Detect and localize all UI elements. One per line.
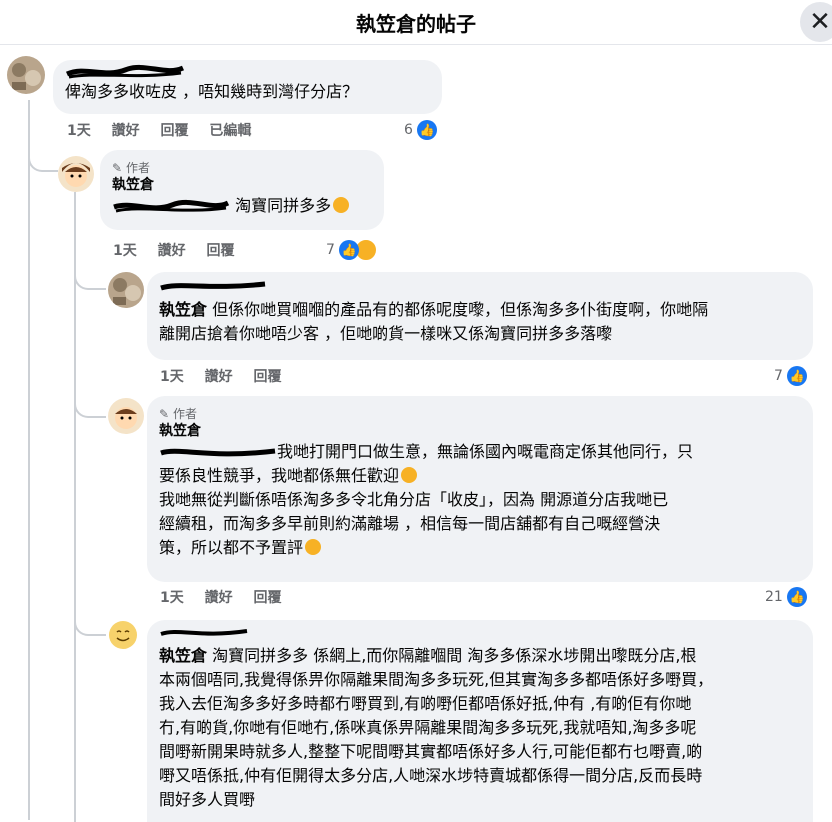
redacted-name-scribble [160,629,248,636]
thumbs-up-icon: 👍 [339,240,360,260]
heart-face-icon [401,467,418,483]
mention-link[interactable]: 執笠倉 [159,300,207,319]
avatar[interactable] [7,56,45,94]
smiley-avatar-icon [109,621,137,649]
like-button[interactable]: 讚好 [112,123,140,139]
pencil-icon: ✎ [112,161,123,175]
close-icon: ✕ [809,7,831,37]
close-button[interactable]: ✕ [800,2,832,42]
comment-time[interactable]: 1天 [160,369,184,385]
author-badge: ✎ 作者 [112,161,151,175]
comment-time[interactable]: 1天 [67,123,91,139]
comment-text: 我哋無從判斷係唔係淘多多令北角分店「收皮」，因為 開源道分店我哋已 [159,490,669,509]
comment-text: 冇,有啲貨,你哋有佢哋冇,係咪真係畀隔離果間淘多多玩死,我就唔知,淘多多呢 [159,718,697,737]
redacted-name-scribble [160,448,276,456]
avatar[interactable] [108,398,144,434]
comment-text: 離開店搶着你哋唔少客 ，佢哋啲貨一樣咪又係淘寶同拼多多落嚟 [159,324,613,343]
pencil-icon: ✎ [159,407,170,421]
comment-text: 本兩個唔同,我覺得係畀你隔離果間淘多多玩死,但其實淘多多都唔係好多嘢買， [159,670,714,689]
avatar-photo-icon [7,56,45,94]
comment-text: 間嘢新開果時就多人,整整下呢間嘢其實都唔係好多人行,可能佢都冇乜嘢賣,啲 [159,742,703,761]
thread-line [74,192,76,822]
redacted-name-scribble [113,199,230,212]
cartoon-avatar-icon [108,398,144,434]
smirk-face-icon [305,539,322,555]
reaction-count[interactable]: 7 👍 [326,239,378,261]
thumbs-up-icon: 👍 [787,366,808,386]
cartoon-avatar-icon [58,156,94,192]
like-button[interactable]: 讚好 [205,590,233,606]
crying-face-icon [333,197,350,213]
comment-text: 但係你哋買嗰嗰的產品有的都係呢度嚟，但係淘多多仆街度啊，你哋隔 [212,300,709,319]
comment-text: 策，所以都不予置評 [159,538,304,557]
comment-text: 要係良性競爭，我哋都係無任歡迎 [159,466,400,485]
reply-button[interactable]: 回覆 [207,243,235,259]
comment-bubble: ✎ 作者 執笠倉 淘寶同拼多多 [100,150,384,230]
avatar[interactable] [108,620,138,650]
thread-line [74,612,106,636]
comment-text: 淘寶同拼多多 [235,196,332,215]
edited-label[interactable]: 已編輯 [209,123,251,139]
comment-time[interactable]: 1天 [160,590,184,606]
reaction-count[interactable]: 6 👍 [404,119,438,141]
reaction-count[interactable]: 21 👍 [765,586,808,608]
thread-line [74,396,106,418]
comment-text: 俾淘多多收咗皮 ，唔知幾時到灣仔分店？ [65,82,359,101]
like-button[interactable]: 讚好 [205,369,233,385]
thread-line [74,270,106,290]
comment-bubble: 執笠倉 但係你哋買嗰嗰的產品有的都係呢度嚟，但係淘多多仆街度啊，你哋隔 離開店搶… [147,272,813,360]
reply-button[interactable]: 回覆 [161,123,189,139]
reaction-count[interactable]: 7 👍 [774,365,808,387]
page-title: 執笠倉的帖子 [356,12,476,36]
comment-text: 我哋打開門口做生意，無論係國內嘅電商定係其他同行，只 [277,442,694,461]
avatar-photo-icon [108,272,144,308]
comment-text: 間好多人買嘢 [159,790,256,809]
post-header: 執笠倉的帖子 ✕ [0,0,832,45]
comment-text: 淘寶同拼多多 係網上,而你隔離嗰間 淘多多係深水埗開出嚟既分店,根 [212,646,697,665]
comment-actions: 1天 讚好 回覆 [113,241,251,261]
thread-line [28,150,58,172]
like-button[interactable]: 讚好 [158,243,186,259]
reply-button[interactable]: 回覆 [254,369,282,385]
comment-actions: 1天 讚好 回覆 已編輯 [67,121,267,141]
thumbs-up-icon: 👍 [417,120,438,140]
comment-actions: 1天 讚好 回覆 [160,588,298,608]
comment-text: 經續租，而淘多多早前則約滿離場 ，相信每一間店舖都有自己嘅經營決 [159,514,661,533]
comment-text: 嘢又唔係抵,仲有佢開得太多分店,人哋深水埗特賣城都係得一間分店,反而長時 [159,766,703,785]
comment-text: 我入去佢淘多多好多時都冇嘢買到,有啲嘢佢都唔係好抵,仲有 ,有啲佢有你哋 [159,694,692,713]
thread-line [28,100,30,820]
redacted-name-scribble [160,281,266,291]
comment-time[interactable]: 1天 [113,243,137,259]
comment-bubble: 俾淘多多收咗皮 ，唔知幾時到灣仔分店？ [53,60,442,114]
author-badge: ✎ 作者 [159,407,198,421]
thumbs-up-icon: 👍 [787,587,808,607]
reply-button[interactable]: 回覆 [254,590,282,606]
commenter-name[interactable]: 執笠倉 [112,176,372,194]
redacted-name-scribble [65,64,185,79]
avatar[interactable] [108,272,144,308]
comment-actions: 1天 讚好 回覆 [160,367,298,387]
comment-bubble: ✎ 作者 執笠倉 我哋打開門口做生意，無論係國內嘅電商定係其他同行，只 要係良性競… [147,396,813,582]
comment-bubble: 執笠倉 淘寶同拼多多 係網上,而你隔離嗰間 淘多多係深水埗開出嚟既分店,根 本兩… [147,620,813,822]
avatar[interactable] [58,156,94,192]
commenter-name[interactable]: 執笠倉 [159,422,801,440]
mention-link[interactable]: 執笠倉 [159,646,207,665]
